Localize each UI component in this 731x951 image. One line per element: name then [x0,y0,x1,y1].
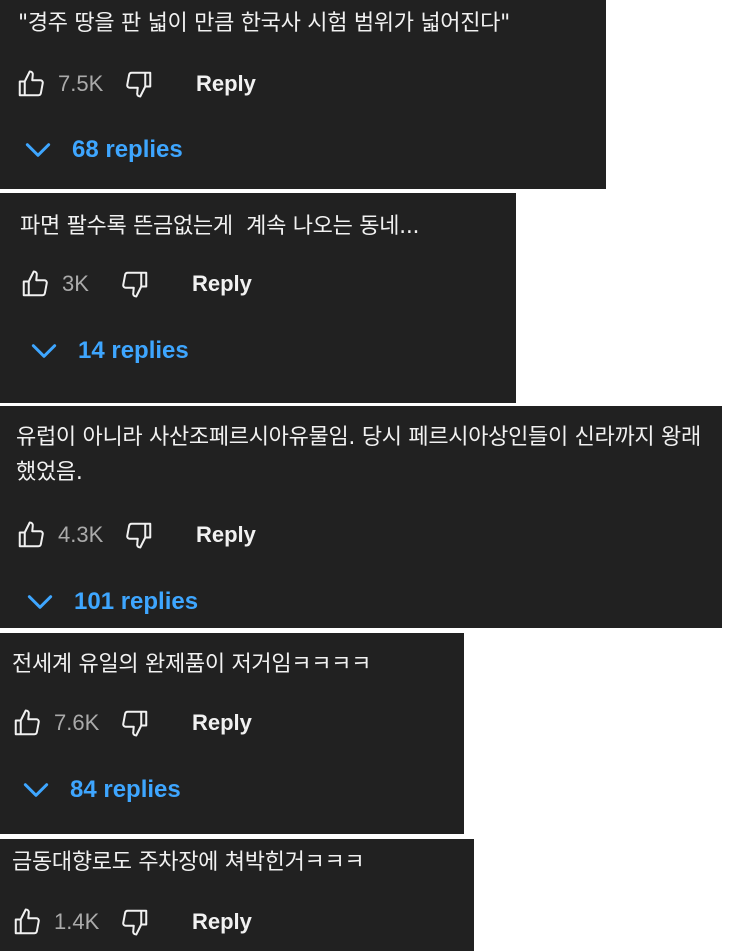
chevron-down-icon [31,344,57,358]
replies-label: 101 replies [74,588,199,615]
thumbs-up-icon[interactable] [16,69,46,99]
chevron-down-icon [23,783,49,797]
thumbs-up-icon[interactable] [20,269,50,299]
comment-actions: 7.5K Reply [0,66,256,102]
chevron-down-icon [27,595,53,609]
like-count: 4.3K [58,522,104,547]
like-count: 7.5K [58,71,104,96]
comment-card: 파면 팔수록 뜬금없는게 계속 나오는 동네... 3K Reply 14 re… [0,193,516,403]
thumbs-down-icon[interactable] [120,907,150,937]
thumbs-up-icon[interactable] [12,907,42,937]
view-replies-button[interactable]: 68 replies [22,134,183,166]
like-count: 1.4K [54,909,100,934]
comment-text: 유럽이 아니라 사산조페르시아유물임. 당시 페르시아상인들이 신라까지 왕래했… [16,425,701,485]
reply-button[interactable]: Reply [196,522,256,548]
chevron-down-icon [25,143,51,157]
thumbs-down-icon[interactable] [120,708,150,738]
thumbs-up-icon[interactable] [12,708,42,738]
thumbs-up-icon[interactable] [16,520,46,550]
replies-label: 68 replies [72,136,183,163]
reply-button[interactable]: Reply [192,909,252,935]
view-replies-button[interactable]: 84 replies [20,774,181,806]
thumbs-down-icon[interactable] [124,520,154,550]
view-replies-button[interactable]: 14 replies [28,335,189,367]
comment-actions: 1.4K Reply [0,904,252,940]
comment-text: 금동대향로도 주차장에 쳐박힌거ㅋㅋㅋ [12,850,365,875]
reply-button[interactable]: Reply [192,710,252,736]
comment-actions: 4.3K Reply [0,517,256,553]
replies-label: 14 replies [78,337,189,364]
like-count: 3K [62,271,89,296]
view-replies-button[interactable]: 101 replies [24,586,198,618]
comment-card: "경주 땅을 판 넓이 만큼 한국사 시험 범위가 넓어진다" 7.5K Rep… [0,0,606,189]
comment-card: 유럽이 아니라 사산조페르시아유물임. 당시 페르시아상인들이 신라까지 왕래했… [0,406,722,628]
comment-card: 금동대향로도 주차장에 쳐박힌거ㅋㅋㅋ 1.4K Reply [0,839,474,951]
comment-text: 전세계 유일의 완제품이 저거임ㅋㅋㅋㅋ [12,652,372,677]
reply-button[interactable]: Reply [192,271,252,297]
thumbs-down-icon[interactable] [124,69,154,99]
like-count: 7.6K [54,710,100,735]
replies-label: 84 replies [70,776,181,803]
thumbs-down-icon[interactable] [120,269,150,299]
comment-actions: 3K Reply [0,266,252,302]
comment-text: "경주 땅을 판 넓이 만큼 한국사 시험 범위가 넓어진다" [18,11,510,36]
comment-text: 파면 팔수록 뜬금없는게 계속 나오는 동네... [20,214,420,239]
comment-actions: 7.6K Reply [0,705,252,741]
comment-card: 전세계 유일의 완제품이 저거임ㅋㅋㅋㅋ 7.6K Reply 84 repli… [0,633,464,834]
reply-button[interactable]: Reply [196,71,256,97]
